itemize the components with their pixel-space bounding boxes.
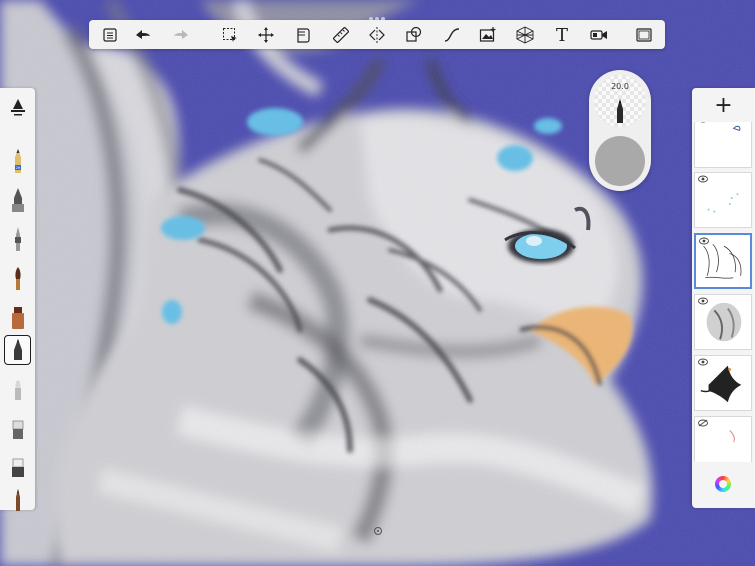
add-layer-button[interactable]: + (692, 92, 755, 120)
top-toolbar: T (89, 20, 665, 49)
text-icon[interactable]: T (550, 23, 574, 47)
brush-puck: 20.0 (589, 70, 651, 191)
selection-icon[interactable] (218, 23, 242, 47)
brush-smudge-icon[interactable] (4, 92, 31, 122)
transform-origin-icon (374, 527, 382, 535)
layer-visibility-icon[interactable] (698, 122, 708, 123)
brush-paintbrush-icon[interactable] (4, 263, 31, 293)
text-glyph: T (555, 24, 568, 46)
brush-nib-preview-icon (617, 99, 623, 123)
brush-marker-icon[interactable] (4, 302, 31, 332)
layer-list (692, 122, 755, 462)
color-opacity-puck[interactable] (595, 136, 645, 186)
brush-airbrush-icon[interactable] (4, 335, 31, 365)
brush-pencil-icon[interactable]: 2H (4, 146, 31, 176)
undo-icon[interactable] (131, 23, 155, 47)
transform-icon[interactable] (254, 23, 278, 47)
layer-hidden-icon[interactable] (698, 419, 708, 427)
layer-visibility-icon[interactable] (698, 297, 708, 305)
brush-size-value: 20.0 (611, 82, 629, 91)
layer-thumbnail-selected[interactable] (694, 233, 752, 289)
color-wheel-button[interactable] (711, 472, 735, 496)
add-layer-label: + (714, 93, 733, 118)
import-image-icon[interactable] (476, 23, 500, 47)
layers-panel: + (692, 88, 755, 508)
layer-thumbnail[interactable] (694, 416, 752, 462)
brush-fill-icon[interactable] (4, 452, 31, 482)
curve-icon[interactable] (440, 23, 464, 47)
brush-palette: 2H (0, 88, 35, 511)
symmetry-icon[interactable] (365, 23, 389, 47)
layer-thumbnail[interactable] (694, 294, 752, 350)
brush-technical-pen-icon[interactable] (4, 224, 31, 254)
layer-visibility-icon[interactable] (698, 175, 708, 183)
brush-palette-handle-lower[interactable] (37, 448, 40, 486)
layers-list-icon[interactable] (98, 23, 122, 47)
layer-thumbnail[interactable] (694, 355, 752, 411)
layer-thumbnail[interactable] (694, 172, 752, 228)
color-wheel-icon (715, 476, 731, 492)
shapes-icon[interactable] (402, 23, 426, 47)
pencil-badge: 2H (15, 166, 20, 170)
brush-ink-icon[interactable] (4, 185, 31, 215)
brush-size-puck[interactable]: 20.0 (594, 75, 646, 127)
redo-icon[interactable] (169, 23, 193, 47)
layer-thumbnail[interactable] (694, 122, 752, 168)
fullscreen-icon[interactable] (632, 23, 656, 47)
layer-visibility-icon[interactable] (699, 237, 709, 245)
brush-palette-handle[interactable] (37, 203, 40, 241)
toolbar-grabber[interactable] (369, 6, 387, 21)
stencils-icon[interactable] (291, 23, 315, 47)
layer-visibility-icon[interactable] (698, 358, 708, 366)
brush-hard-eraser-icon[interactable] (4, 414, 31, 444)
brush-soft-eraser-icon[interactable] (4, 375, 31, 405)
record-icon[interactable] (587, 23, 611, 47)
ruler-icon[interactable] (329, 23, 353, 47)
brush-nib-icon[interactable] (4, 484, 31, 514)
perspective-icon[interactable] (513, 23, 537, 47)
